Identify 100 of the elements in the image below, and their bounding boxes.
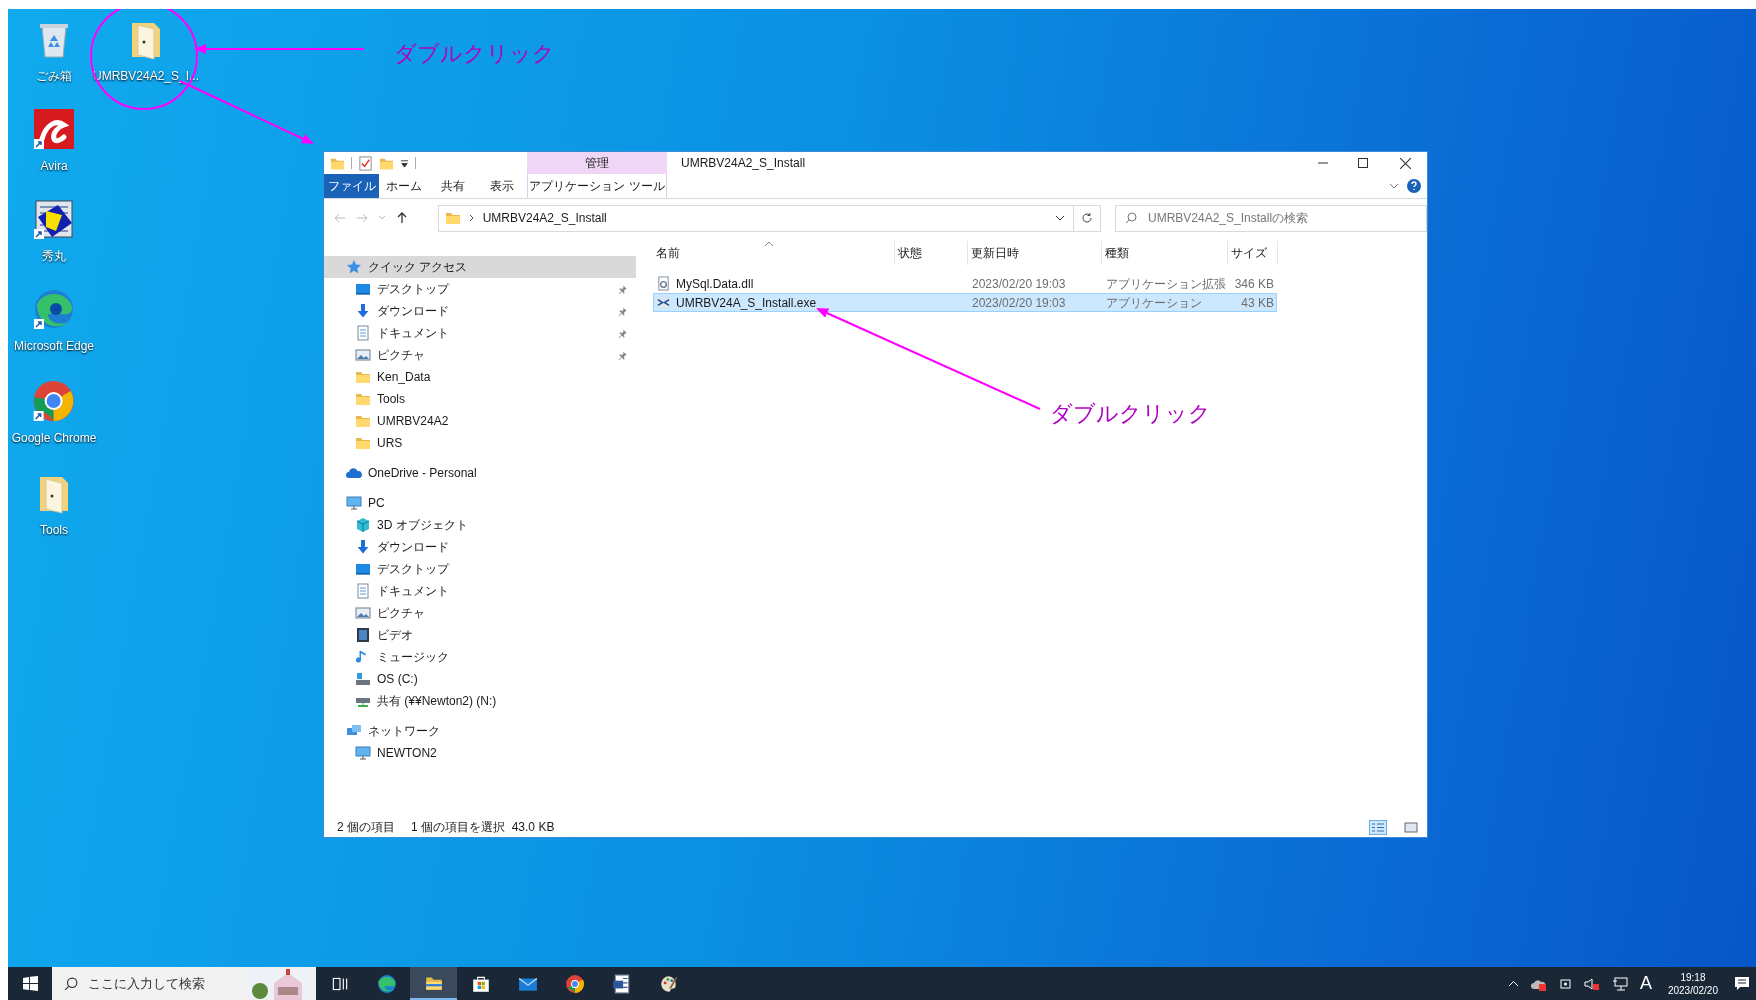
pin-icon xyxy=(617,305,628,317)
nav-item[interactable]: クイック アクセス xyxy=(324,256,636,278)
file-name: MySql.Data.dll xyxy=(676,275,754,293)
nav-item-label: ダウンロード xyxy=(377,539,450,556)
nav-item[interactable]: PC xyxy=(324,492,636,514)
nav-item-label: 共有 (¥¥Newton2) (N:) xyxy=(377,693,498,710)
network-icon[interactable] xyxy=(1611,976,1628,991)
chevron-down-icon[interactable] xyxy=(1054,213,1065,223)
ribbon-tab[interactable]: ファイル xyxy=(324,174,379,198)
document-icon xyxy=(611,973,632,994)
download-arrow-icon xyxy=(355,303,371,319)
nav-item-label: PC xyxy=(368,495,386,512)
taskbar-search-field[interactable]: ここに入力して検索 xyxy=(52,967,248,1000)
nav-item[interactable]: デスクトップ xyxy=(324,278,636,300)
close-icon xyxy=(1399,157,1411,169)
column-header[interactable]: 更新日時 xyxy=(968,241,1102,265)
nav-item[interactable]: ドキュメント xyxy=(324,580,636,602)
nav-item-label: デスクトップ xyxy=(377,281,451,298)
column-header[interactable]: サイズ xyxy=(1228,241,1278,265)
nav-item[interactable]: ピクチャ xyxy=(324,344,636,366)
ribbon-tab[interactable]: 表示 xyxy=(477,174,527,198)
address-path: UMRBV24A2_S_Install xyxy=(482,210,608,227)
desktop-icon xyxy=(355,281,371,297)
file-row[interactable]: UMRBV24A_S_Install.exe 2023/02/20 19:03 アプリケーション 43 KB xyxy=(653,293,1277,312)
column-header[interactable]: 名前 xyxy=(653,241,895,265)
ime-indicator[interactable]: A xyxy=(1639,970,1652,997)
refresh-button[interactable] xyxy=(1073,204,1101,232)
clock-date: 2023/02/20 xyxy=(1667,983,1718,997)
nav-item[interactable]: ネットワーク xyxy=(324,720,636,742)
nav-item[interactable]: ミュージック xyxy=(324,646,636,668)
nav-item[interactable]: OS (C:) xyxy=(324,668,636,690)
camera-icon[interactable] xyxy=(1558,976,1572,991)
nav-item[interactable]: ピクチャ xyxy=(324,602,636,624)
sort-icon xyxy=(765,241,773,246)
up-arrow-icon[interactable] xyxy=(396,212,408,224)
nav-item[interactable]: OneDrive - Personal xyxy=(324,462,636,484)
palette-icon xyxy=(658,973,679,994)
nav-item[interactable]: Tools xyxy=(324,388,636,410)
document-icon xyxy=(355,583,371,599)
speaker-muted-icon[interactable] xyxy=(1583,976,1600,991)
folder-icon xyxy=(355,369,371,385)
desktop-icon-label: ごみ箱 xyxy=(36,68,72,85)
taskbar-app[interactable] xyxy=(410,967,457,1000)
nav-item[interactable]: NEWTON2 xyxy=(324,742,636,764)
window-title: UMRBV24A2_S_Install xyxy=(680,155,806,172)
monitor-icon xyxy=(346,495,362,511)
pin-icon xyxy=(617,283,628,295)
ribbon-tab[interactable]: ホーム xyxy=(379,174,429,198)
file-row[interactable]: MySql.Data.dll 2023/02/20 19:03 アプリケーション拡張 346 KB xyxy=(653,274,1277,293)
ribbon-tab[interactable]: アプリケーション ツール xyxy=(527,174,667,198)
nav-item-label: ドキュメント xyxy=(377,583,450,600)
document-icon xyxy=(355,325,371,341)
desktop-icon-label: 秀丸 xyxy=(42,248,66,265)
column-header[interactable]: 状態 xyxy=(895,241,968,265)
context-tab-header: 管理 xyxy=(527,152,667,174)
nav-item[interactable]: ビデオ xyxy=(324,624,636,646)
status-item-count: 2 個の項目 xyxy=(337,819,395,836)
search-icon xyxy=(1125,211,1137,224)
nav-item-label: クイック アクセス xyxy=(368,259,469,276)
nav-item[interactable]: UMRBV24A2 xyxy=(324,410,636,432)
nav-item-label: Ken_Data xyxy=(377,369,432,386)
nav-item[interactable]: Ken_Data xyxy=(324,366,636,388)
building-illustration xyxy=(248,967,316,1000)
nav-item-label: ネットワーク xyxy=(368,723,441,740)
folder-icon xyxy=(355,435,371,451)
nav-item[interactable]: デスクトップ xyxy=(324,558,636,580)
search-field[interactable]: UMRBV24A2_S_Installの検索 xyxy=(1115,204,1427,232)
details-view-icon[interactable] xyxy=(1369,819,1387,835)
address-bar[interactable]: UMRBV24A2_S_Install xyxy=(437,204,1074,232)
nav-item-label: OneDrive - Personal xyxy=(368,465,478,482)
checklist-icon[interactable] xyxy=(358,155,373,171)
pin-icon xyxy=(617,349,628,361)
file-name: UMRBV24A_S_Install.exe xyxy=(676,294,817,312)
cube-icon xyxy=(355,517,371,533)
annotation-text: ダブルクリック xyxy=(1050,400,1211,428)
clock[interactable]: 19:18 2023/02/20 xyxy=(1663,970,1722,997)
chevron-right-icon xyxy=(468,214,475,222)
nav-item-label: NEWTON2 xyxy=(377,745,438,762)
help-icon[interactable] xyxy=(1407,179,1421,193)
annotation-text: ダブルクリック xyxy=(394,40,555,68)
nav-item-label: ピクチャ xyxy=(377,347,426,364)
nav-item[interactable]: ダウンロード xyxy=(324,300,636,322)
nav-item[interactable]: 共有 (¥¥Newton2) (N:) xyxy=(324,690,636,712)
desktop-icon xyxy=(355,561,371,577)
dropdown-icon[interactable] xyxy=(400,158,409,168)
desktop-icon-label: Tools xyxy=(40,522,68,539)
chevron-up-icon[interactable] xyxy=(1507,980,1519,987)
nav-item[interactable]: ドキュメント xyxy=(324,322,636,344)
nav-item[interactable]: 3D オブジェクト xyxy=(324,514,636,536)
nav-item[interactable]: ダウンロード xyxy=(324,536,636,558)
thumbnail-view-icon[interactable] xyxy=(1403,820,1419,834)
ribbon-tab[interactable]: 共有 xyxy=(429,174,477,198)
folder-icon xyxy=(355,391,371,407)
modified-date: 2023/02/20 19:03 xyxy=(972,295,1066,310)
maximize-icon xyxy=(1358,158,1368,168)
notification-icon[interactable] xyxy=(1734,975,1750,992)
column-header[interactable]: 種類 xyxy=(1102,241,1228,265)
nav-item[interactable]: URS xyxy=(324,432,636,454)
edge-logo-icon xyxy=(376,973,397,994)
folder-icon xyxy=(444,210,461,226)
